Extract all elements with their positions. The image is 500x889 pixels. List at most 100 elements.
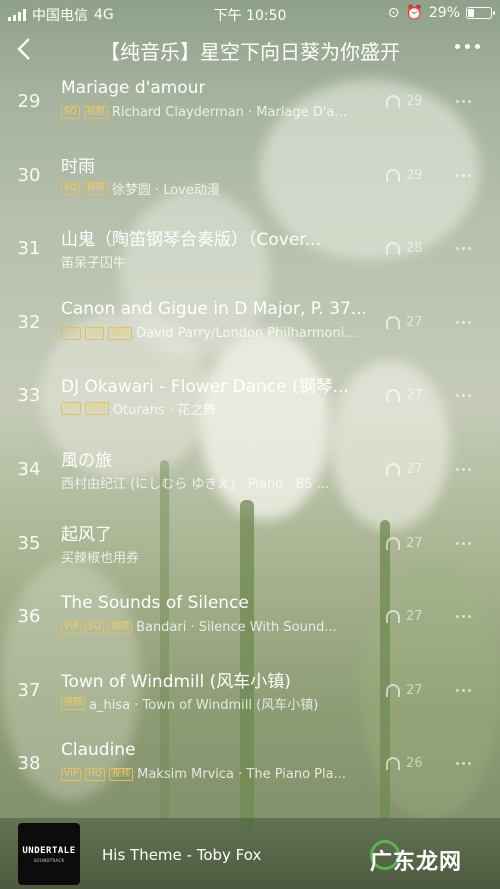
song-index: 34 — [17, 459, 41, 480]
song-index: 31 — [17, 238, 41, 260]
more-dots-icon — [468, 394, 471, 398]
headphone-icon — [386, 610, 400, 624]
song-title: 时雨 — [61, 156, 95, 177]
more-dots-icon — [462, 173, 465, 177]
more-dots-icon — [456, 394, 459, 398]
headphone-icon — [386, 683, 400, 697]
more-dots-icon — [462, 247, 465, 251]
song-index: 38 — [17, 753, 41, 775]
artist-album: David Parry/London Philharmoni... — [136, 325, 357, 341]
quality-tag: VIP — [61, 768, 82, 782]
more-dots-icon — [456, 688, 459, 692]
now-playing-track: His Theme - Toby Fox — [102, 846, 262, 864]
song-row[interactable]: 38 Claudine VIP HQ 视频 Maksim Mrvica · The Pia… — [0, 740, 500, 816]
status-bar: 中国电信 4G 下午 10:50 ⊙ ⏰ 29% — [0, 0, 500, 26]
quality-tag: VIP — [61, 621, 82, 635]
more-dots-icon — [456, 762, 459, 766]
more-dots-icon — [455, 44, 460, 49]
song-title: 風の旅 — [61, 451, 112, 471]
more-dots-icon — [468, 100, 471, 103]
song-title: 起风了 — [61, 524, 112, 545]
more-dots-icon — [468, 541, 471, 545]
song-meta: HQ 视频 Oturans · 花之舞 — [61, 399, 216, 418]
play-count: 28 — [386, 241, 423, 256]
more-dots-icon — [468, 688, 471, 692]
album-art[interactable]: UNDERTALE SOUNDTRACK — [18, 823, 80, 885]
more-dots-icon — [468, 173, 471, 177]
play-count-value: 27 — [406, 462, 423, 477]
song-meta: VIP SQ 视频 Bandari · Silence With Sound... — [61, 620, 337, 635]
play-count-value: 26 — [406, 756, 423, 772]
artist-album: Bandari · Silence With Sound... — [136, 620, 337, 636]
artist-album: 笛呆子囚牛 — [61, 256, 127, 272]
song-row[interactable]: 35 起风了买辣椒也用券 27 — [0, 522, 500, 596]
row-more-button[interactable] — [456, 173, 471, 177]
artist-album: 西村由纪江 (にしむら ゆきえ) · Piano · BS ... — [61, 477, 329, 492]
quality-tag: 视频 — [84, 402, 109, 416]
more-dots-icon — [456, 320, 459, 324]
row-more-button[interactable] — [456, 247, 471, 251]
headphone-icon — [386, 315, 400, 329]
song-meta: 笛呆子囚牛 — [61, 252, 126, 271]
play-count: 29 — [386, 94, 423, 109]
song-meta: SQ 视频 徐梦圆 · Love动漫 — [61, 179, 220, 198]
play-count-value: 27 — [406, 535, 423, 551]
more-dots-icon — [462, 762, 465, 766]
row-more-button[interactable] — [456, 100, 471, 103]
song-index: 35 — [17, 532, 41, 554]
more-dots-icon — [462, 320, 465, 324]
song-row[interactable]: 31 山鬼（陶笛钢琴合奏版）（Cover... 笛呆子囚牛 28 — [0, 227, 500, 301]
row-more-button[interactable] — [456, 394, 471, 398]
play-count-value: 27 — [406, 682, 423, 698]
row-more-button[interactable] — [456, 541, 471, 545]
more-dots-icon — [462, 468, 465, 471]
quality-tag: HQ — [61, 402, 81, 416]
more-dots-icon — [456, 468, 459, 471]
watermark: 广东龙网 — [370, 850, 463, 875]
more-dots-icon — [456, 173, 459, 177]
headphone-icon — [386, 757, 400, 771]
row-more-button[interactable] — [456, 688, 471, 692]
artist-album: Maksim Mrvica · The Piano Pla... — [137, 767, 346, 783]
song-row[interactable]: 36 The Sounds of Silence VIP SQ 视频 Bandari · … — [0, 593, 500, 669]
row-more-button[interactable] — [456, 615, 471, 619]
quality-tag: 视频 — [108, 326, 133, 340]
nav-bar: 【纯音乐】星空下向日葵为你盛开 — [0, 26, 500, 78]
mini-player[interactable]: UNDERTALE SOUNDTRACK His Theme - Toby Fo… — [0, 818, 500, 889]
quality-tag: SQ — [85, 621, 105, 635]
more-button[interactable] — [455, 44, 480, 49]
more-dots-icon — [462, 541, 465, 545]
song-row[interactable]: 37 Town of Windmill (风车小镇) 视频 a_hisa · Town… — [0, 669, 500, 743]
play-count-value: 27 — [406, 314, 423, 330]
back-button[interactable] — [14, 36, 44, 66]
more-dots-icon — [462, 100, 465, 103]
song-row[interactable]: 32 Canon and Gigue in D Major, P. 37... VI… — [0, 299, 500, 375]
battery-percent: 29% — [428, 5, 460, 21]
chevron-left-icon — [17, 38, 30, 60]
row-more-button[interactable] — [456, 762, 471, 766]
album-art-subtitle: SOUNDTRACK — [33, 857, 65, 863]
song-index: 29 — [17, 91, 41, 112]
more-dots-icon — [462, 615, 465, 619]
artist-album: 买辣椒也用券 — [61, 550, 140, 566]
song-title: The Sounds of Silence — [61, 593, 249, 614]
row-more-button[interactable] — [456, 320, 471, 324]
song-row[interactable]: 33 DJ Okawari - Flower Dance (钢琴... HQ 视频 Ot… — [0, 374, 500, 448]
song-title: DJ Okawari - Flower Dance (钢琴... — [61, 377, 349, 398]
song-meta: VIP SQ 视频 David Parry/London Philharmoni... — [61, 326, 357, 341]
song-row[interactable]: 30 时雨 SQ 视频 徐梦圆 · Love动漫 29 — [0, 154, 500, 228]
song-row[interactable]: 29 Mariage d'amour SQ 视频 Richard Clayderman … — [0, 78, 500, 154]
song-index: 30 — [17, 164, 41, 186]
quality-tag: 视频 — [83, 181, 108, 195]
more-dots-icon — [462, 394, 465, 398]
page-title: 【纯音乐】星空下向日葵为你盛开 — [100, 40, 400, 64]
song-meta: 视频 a_hisa · Town of Windmill (风车小镇) — [61, 694, 318, 713]
song-index: 33 — [17, 385, 41, 407]
quality-tag: 视频 — [109, 768, 134, 782]
play-count: 26 — [386, 756, 423, 771]
play-count: 27 — [386, 609, 423, 624]
song-row[interactable]: 34 風の旅西村由纪江 (にしむら ゆきえ) · Piano · BS ... 27 — [0, 448, 500, 522]
more-dots-icon — [456, 247, 459, 251]
row-more-button[interactable] — [456, 468, 471, 471]
alarm-icon: ⏰ — [405, 5, 423, 21]
